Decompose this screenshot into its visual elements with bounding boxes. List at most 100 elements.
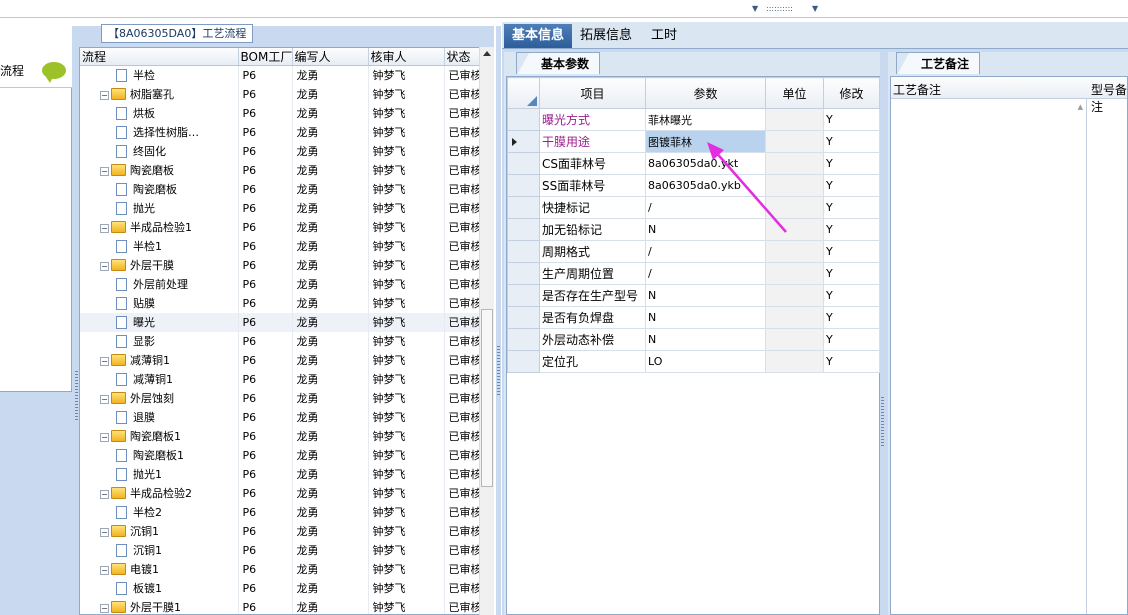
collapse-toggle-icon[interactable]: −	[100, 433, 109, 442]
table-row[interactable]: − 沉铜1 P6 龙勇 钟梦飞 已审核	[80, 521, 493, 541]
bom-factory-cell[interactable]: P6	[238, 521, 293, 541]
param-unit-cell[interactable]	[765, 218, 824, 241]
table-row[interactable]: 生产周期位置 / Y	[507, 262, 880, 285]
bom-factory-cell[interactable]: P6	[238, 464, 293, 484]
author-cell[interactable]: 龙勇	[292, 141, 369, 161]
bom-factory-cell[interactable]: P6	[238, 445, 293, 465]
bom-factory-cell[interactable]: P6	[238, 483, 293, 503]
param-item-cell[interactable]: 外层动态补偿	[539, 328, 646, 351]
table-row[interactable]: − 半成品检验2 P6 龙勇 钟梦飞 已审核	[80, 483, 493, 503]
author-cell[interactable]: 龙勇	[292, 597, 369, 614]
flow-step-cell[interactable]: 抛光1	[80, 464, 239, 484]
author-cell[interactable]: 龙勇	[292, 559, 369, 579]
process-note-tab[interactable]: 工艺备注	[896, 52, 981, 75]
reviewer-cell[interactable]: 钟梦飞	[368, 255, 445, 275]
param-value-cell[interactable]: N	[645, 218, 766, 241]
bom-factory-cell[interactable]: P6	[238, 350, 293, 370]
flow-step-cell[interactable]: − 外层干膜	[80, 255, 239, 275]
tab-extended-info[interactable]: 拓展信息	[572, 24, 640, 48]
param-modify-cell[interactable]: Y	[823, 240, 880, 263]
bom-factory-cell[interactable]: P6	[238, 255, 293, 275]
reviewer-cell[interactable]: 钟梦飞	[368, 426, 445, 446]
bom-factory-cell[interactable]: P6	[238, 141, 293, 161]
bom-factory-cell[interactable]: P6	[238, 426, 293, 446]
flow-step-cell[interactable]: 半检	[80, 65, 239, 85]
process-note-cell[interactable]: ▲	[891, 99, 1087, 614]
bom-factory-cell[interactable]: P6	[238, 160, 293, 180]
author-cell[interactable]: 龙勇	[292, 65, 369, 85]
chat-bubble-icon[interactable]	[42, 62, 66, 83]
table-row[interactable]: − 外层干膜 P6 龙勇 钟梦飞 已审核	[80, 255, 493, 275]
column-header-unit[interactable]: 单位	[765, 77, 824, 109]
middle-splitter[interactable]	[496, 26, 501, 615]
reviewer-cell[interactable]: 钟梦飞	[368, 483, 445, 503]
bom-factory-cell[interactable]: P6	[238, 217, 293, 237]
row-header[interactable]	[507, 108, 540, 131]
author-cell[interactable]: 龙勇	[292, 179, 369, 199]
row-header[interactable]	[507, 218, 540, 241]
param-modify-cell[interactable]: Y	[823, 350, 880, 373]
column-header-process-note[interactable]: 工艺备注	[893, 81, 941, 98]
author-cell[interactable]: 龙勇	[292, 350, 369, 370]
row-header[interactable]	[507, 306, 540, 329]
param-item-cell[interactable]: 干膜用途	[539, 130, 646, 153]
author-cell[interactable]: 龙勇	[292, 388, 369, 408]
table-row[interactable]: 终固化 P6 龙勇 钟梦飞 已审核	[80, 141, 493, 161]
table-row[interactable]: − 陶瓷磨板1 P6 龙勇 钟梦飞 已审核	[80, 426, 493, 446]
reviewer-cell[interactable]: 钟梦飞	[368, 293, 445, 313]
param-item-cell[interactable]: 生产周期位置	[539, 262, 646, 285]
reviewer-cell[interactable]: 钟梦飞	[368, 198, 445, 218]
reviewer-cell[interactable]: 钟梦飞	[368, 217, 445, 237]
param-unit-cell[interactable]	[765, 152, 824, 175]
column-header-param[interactable]: 参数	[645, 77, 766, 109]
table-row[interactable]: 板镀1 P6 龙勇 钟梦飞 已审核	[80, 578, 493, 598]
table-row[interactable]: 抛光1 P6 龙勇 钟梦飞 已审核	[80, 464, 493, 484]
table-row[interactable]: 显影 P6 龙勇 钟梦飞 已审核	[80, 331, 493, 351]
bom-factory-cell[interactable]: P6	[238, 559, 293, 579]
author-cell[interactable]: 龙勇	[292, 483, 369, 503]
column-header-bom-factory[interactable]: BOM工厂	[238, 48, 293, 66]
flow-step-cell[interactable]: 半检2	[80, 502, 239, 522]
param-item-cell[interactable]: 快捷标记	[539, 196, 646, 219]
author-cell[interactable]: 龙勇	[292, 540, 369, 560]
table-row[interactable]: 干膜用途 图镀菲林 Y	[507, 130, 880, 153]
param-value-cell[interactable]: 8a06305da0.ykt	[645, 152, 766, 175]
collapse-toggle-icon[interactable]: −	[100, 490, 109, 499]
column-header-author[interactable]: 编写人	[292, 48, 369, 66]
reviewer-cell[interactable]: 钟梦飞	[368, 369, 445, 389]
param-unit-cell[interactable]	[765, 174, 824, 197]
reviewer-cell[interactable]: 钟梦飞	[368, 84, 445, 104]
table-row[interactable]: 是否有负焊盘 N Y	[507, 306, 880, 329]
flow-step-cell[interactable]: − 外层蚀刻	[80, 388, 239, 408]
param-modify-cell[interactable]: Y	[823, 108, 880, 131]
reviewer-cell[interactable]: 钟梦飞	[368, 407, 445, 427]
reviewer-cell[interactable]: 钟梦飞	[368, 540, 445, 560]
reviewer-cell[interactable]: 钟梦飞	[368, 464, 445, 484]
author-cell[interactable]: 龙勇	[292, 312, 369, 332]
reviewer-cell[interactable]: 钟梦飞	[368, 388, 445, 408]
reviewer-cell[interactable]: 钟梦飞	[368, 179, 445, 199]
author-cell[interactable]: 龙勇	[292, 236, 369, 256]
collapse-toggle-icon[interactable]: −	[100, 528, 109, 537]
collapse-arrow-icon[interactable]: ▼	[752, 4, 758, 13]
param-modify-cell[interactable]: Y	[823, 328, 880, 351]
table-row[interactable]: 沉铜1 P6 龙勇 钟梦飞 已审核	[80, 540, 493, 560]
param-item-cell[interactable]: SS面菲林号	[539, 174, 646, 197]
collapse-toggle-icon[interactable]: −	[100, 604, 109, 613]
flow-step-cell[interactable]: − 外层干膜1	[80, 597, 239, 614]
param-modify-cell[interactable]: Y	[823, 152, 880, 175]
author-cell[interactable]: 龙勇	[292, 293, 369, 313]
bom-factory-cell[interactable]: P6	[238, 293, 293, 313]
flow-step-cell[interactable]: 曝光	[80, 312, 239, 332]
reviewer-cell[interactable]: 钟梦飞	[368, 578, 445, 598]
author-cell[interactable]: 龙勇	[292, 407, 369, 427]
param-value-cell[interactable]: /	[645, 196, 766, 219]
param-item-cell[interactable]: 是否存在生产型号	[539, 284, 646, 307]
param-unit-cell[interactable]	[765, 350, 824, 373]
flow-step-cell[interactable]: − 沉铜1	[80, 521, 239, 541]
bom-factory-cell[interactable]: P6	[238, 502, 293, 522]
flow-step-cell[interactable]: − 陶瓷磨板	[80, 160, 239, 180]
bom-factory-cell[interactable]: P6	[238, 103, 293, 123]
param-unit-cell[interactable]	[765, 108, 824, 131]
param-modify-cell[interactable]: Y	[823, 174, 880, 197]
